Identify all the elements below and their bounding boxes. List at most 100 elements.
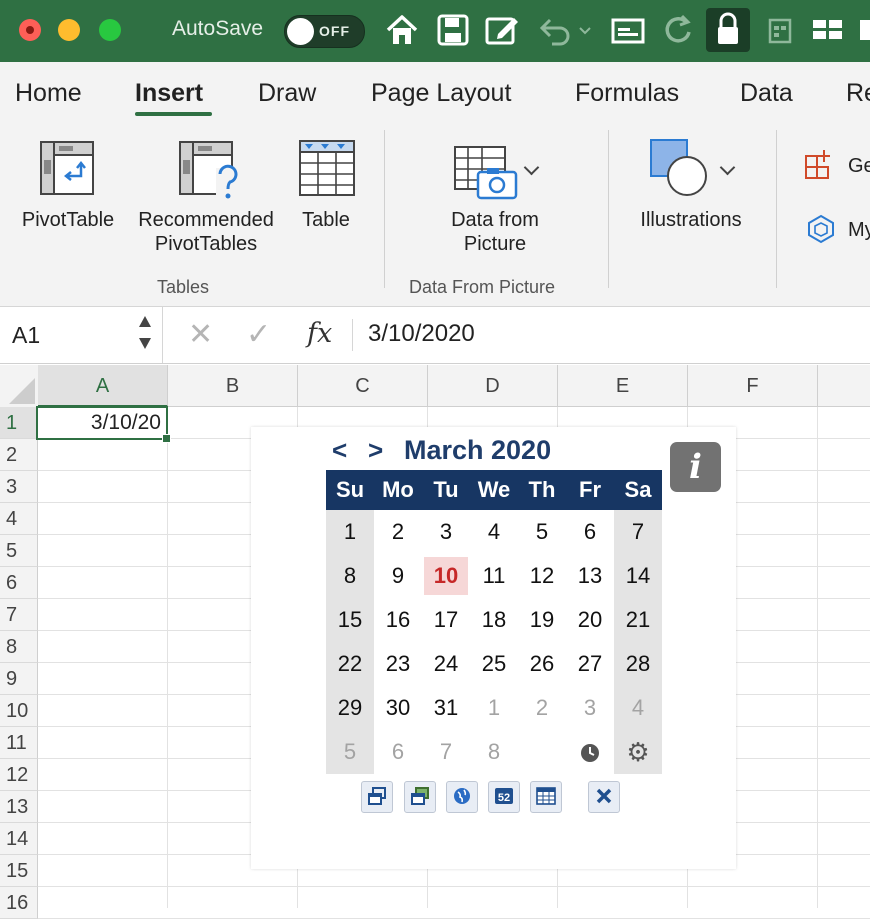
tab-review[interactable]: Re bbox=[846, 79, 870, 108]
chevron-down-icon[interactable] bbox=[719, 159, 736, 176]
triangle-up-icon[interactable] bbox=[139, 316, 151, 327]
calendar-icon[interactable] bbox=[530, 781, 562, 813]
calendar-day[interactable]: 13 bbox=[566, 554, 614, 598]
data-from-picture-button[interactable]: Data from Picture bbox=[426, 208, 564, 256]
calendar-day[interactable]: 21 bbox=[614, 598, 662, 642]
calendar-day[interactable]: 17 bbox=[422, 598, 470, 642]
calendar-day[interactable]: 24 bbox=[422, 642, 470, 686]
calendar-day[interactable]: 30 bbox=[374, 686, 422, 730]
formula-input[interactable]: 3/10/2020 bbox=[368, 320, 475, 348]
calendar-day[interactable]: 3 bbox=[566, 686, 614, 730]
tab-page-layout[interactable]: Page Layout bbox=[371, 79, 511, 108]
clock-icon[interactable] bbox=[566, 730, 614, 774]
calendar-day[interactable]: 1 bbox=[470, 686, 518, 730]
save-icon[interactable] bbox=[436, 12, 470, 48]
workbook-stats-icon[interactable] bbox=[764, 12, 798, 48]
chevron-down-icon[interactable] bbox=[523, 159, 540, 176]
calendar-day[interactable]: 18 bbox=[470, 598, 518, 642]
calendar-day[interactable]: 22 bbox=[326, 642, 374, 686]
calendar-day[interactable]: 15 bbox=[326, 598, 374, 642]
edit-workbook-icon[interactable] bbox=[484, 12, 522, 48]
row-header-2[interactable]: 2 bbox=[0, 439, 38, 471]
calendar-day[interactable]: 28 bbox=[614, 642, 662, 686]
calendar-day[interactable]: 8 bbox=[470, 730, 518, 774]
redo-icon[interactable] bbox=[660, 12, 696, 48]
row-header-10[interactable]: 10 bbox=[0, 695, 38, 727]
table-button[interactable]: Table bbox=[290, 208, 362, 232]
calendar-day[interactable]: 7 bbox=[422, 730, 470, 774]
calendar-day[interactable]: 5 bbox=[326, 730, 374, 774]
calendar-day[interactable]: 12 bbox=[518, 554, 566, 598]
triangle-down-icon[interactable] bbox=[139, 338, 151, 349]
row-header-11[interactable]: 11 bbox=[0, 727, 38, 759]
restore-window-button[interactable] bbox=[361, 781, 393, 813]
row-header-9[interactable]: 9 bbox=[0, 663, 38, 695]
column-header-d[interactable]: D bbox=[428, 365, 558, 407]
row-header-14[interactable]: 14 bbox=[0, 823, 38, 855]
row-header-8[interactable]: 8 bbox=[0, 631, 38, 663]
next-month-button[interactable]: > bbox=[368, 435, 383, 466]
my-addins-button[interactable]: My bbox=[848, 218, 870, 242]
calendar-day[interactable]: 20 bbox=[566, 598, 614, 642]
lock-icon[interactable] bbox=[706, 8, 750, 52]
calendar-day[interactable]: 6 bbox=[566, 510, 614, 554]
more-toolbar-icon[interactable] bbox=[856, 12, 870, 48]
tab-insert[interactable]: Insert bbox=[135, 79, 203, 108]
calendar-day[interactable]: 19 bbox=[518, 598, 566, 642]
calendar-day[interactable]: 5 bbox=[518, 510, 566, 554]
tab-data[interactable]: Data bbox=[740, 79, 793, 108]
row-header-7[interactable]: 7 bbox=[0, 599, 38, 631]
row-header-4[interactable]: 4 bbox=[0, 503, 38, 535]
row-header-5[interactable]: 5 bbox=[0, 535, 38, 567]
column-header-g[interactable] bbox=[818, 365, 870, 407]
row-header-6[interactable]: 6 bbox=[0, 567, 38, 599]
move-window-button[interactable] bbox=[404, 781, 436, 813]
home-icon[interactable] bbox=[384, 12, 420, 48]
enter-formula-icon[interactable]: ✓ bbox=[246, 317, 271, 352]
undo-icon[interactable] bbox=[536, 12, 592, 48]
calendar-day[interactable]: 14 bbox=[614, 554, 662, 598]
close-picker-button[interactable] bbox=[588, 781, 620, 813]
calendar-day[interactable]: 6 bbox=[374, 730, 422, 774]
get-addins-button[interactable]: Ge bbox=[848, 154, 870, 178]
form-icon[interactable] bbox=[610, 12, 646, 48]
calendar-day[interactable]: 4 bbox=[614, 686, 662, 730]
column-header-b[interactable]: B bbox=[168, 365, 298, 407]
calendar-day[interactable]: 31 bbox=[422, 686, 470, 730]
calendar-day[interactable]: 8 bbox=[326, 554, 374, 598]
calendar-day[interactable]: 25 bbox=[470, 642, 518, 686]
column-header-e[interactable]: E bbox=[558, 365, 688, 407]
column-header-f[interactable]: F bbox=[688, 365, 818, 407]
calendar-month-title[interactable]: March 2020 bbox=[404, 435, 551, 466]
previous-month-button[interactable]: < bbox=[332, 435, 347, 466]
calendar-day[interactable]: 3 bbox=[422, 510, 470, 554]
recommended-pivottables-button[interactable]: Recommended PivotTables bbox=[130, 208, 282, 256]
calendar-day[interactable]: 27 bbox=[566, 642, 614, 686]
cancel-formula-icon[interactable]: ✕ bbox=[188, 317, 213, 352]
select-all-button[interactable] bbox=[0, 365, 39, 408]
autosave-toggle[interactable]: OFF bbox=[284, 15, 365, 48]
name-box[interactable]: A1 bbox=[0, 307, 163, 363]
row-header-3[interactable]: 3 bbox=[0, 471, 38, 503]
calendar-day[interactable]: 4 bbox=[470, 510, 518, 554]
calendar-day[interactable]: 7 bbox=[614, 510, 662, 554]
calendar-day[interactable]: 1 bbox=[326, 510, 374, 554]
row-header-13[interactable]: 13 bbox=[0, 791, 38, 823]
tab-draw[interactable]: Draw bbox=[258, 79, 316, 108]
pivottable-button[interactable]: PivotTable bbox=[14, 208, 122, 232]
calendar-day[interactable]: 26 bbox=[518, 642, 566, 686]
row-header-1[interactable]: 1 bbox=[0, 407, 38, 439]
calendar-day[interactable]: 2 bbox=[374, 510, 422, 554]
tab-formulas[interactable]: Formulas bbox=[575, 79, 679, 108]
tab-home[interactable]: Home bbox=[15, 79, 82, 108]
info-button[interactable]: i bbox=[670, 442, 721, 492]
illustrations-button[interactable]: Illustrations bbox=[628, 208, 754, 232]
calendar-day[interactable]: 16 bbox=[374, 598, 422, 642]
table-layout-icon[interactable] bbox=[810, 12, 846, 48]
gear-icon[interactable]: ⚙ bbox=[614, 730, 662, 774]
column-header-a[interactable]: A bbox=[38, 365, 168, 407]
calendar-day[interactable]: 29 bbox=[326, 686, 374, 730]
calendar-day[interactable]: 2 bbox=[518, 686, 566, 730]
zoom-window-button[interactable] bbox=[99, 19, 121, 41]
minimize-window-button[interactable] bbox=[58, 19, 80, 41]
